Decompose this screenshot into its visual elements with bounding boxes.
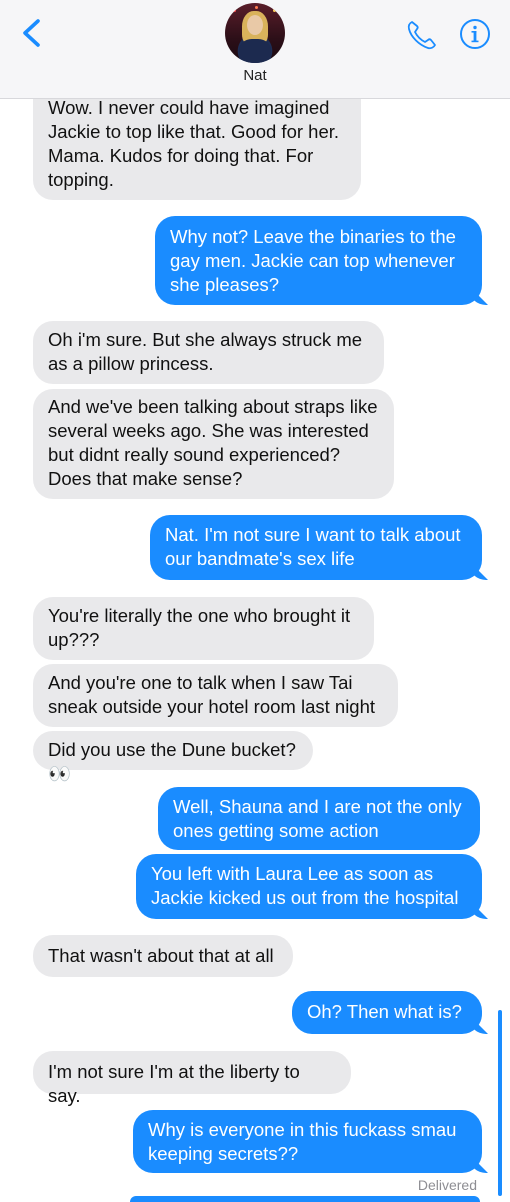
message-bubble-incoming[interactable]: And we've been talking about straps like… [33,389,394,499]
message-bubble-incoming[interactable]: I'm not sure I'm at the liberty to say. [33,1051,351,1106]
contact-name[interactable]: Nat [0,67,510,84]
message-bubble-incoming[interactable]: Oh i'm sure. But she always struck me as… [33,321,384,384]
scrollbar[interactable] [498,1010,502,1196]
details-button[interactable] [459,18,491,50]
avatar[interactable] [225,3,285,63]
info-icon [460,19,490,49]
call-button[interactable] [404,18,440,52]
message-bubble-incoming[interactable]: Wow. I never could have imagined Jackie … [33,90,361,200]
back-button[interactable] [16,16,50,50]
delivered-status: Delivered [417,1177,477,1193]
message-bubble-incoming[interactable]: And you're one to talk when I saw Tai sn… [33,664,398,727]
message-bubble-outgoing[interactable]: You left with Laura Lee as soon as Jacki… [136,854,482,919]
conversation-header: Nat [0,0,510,99]
message-bubble-incoming[interactable]: Did you use the Dune bucket? 👀 [33,731,313,784]
message-bubble-outgoing[interactable]: Why is everyone in this fuckass smau kee… [133,1110,482,1173]
phone-icon [407,21,436,50]
message-bubble-outgoing[interactable]: Oh? Then what is? [292,991,482,1034]
next-message-peek [130,1196,480,1202]
message-bubble-outgoing[interactable]: Nat. I'm not sure I want to talk about o… [150,515,482,580]
message-bubble-outgoing[interactable]: Why not? Leave the binaries to the gay m… [155,216,482,305]
message-thread[interactable]: Wow. I never could have imagined Jackie … [0,0,510,1202]
message-bubble-incoming[interactable]: You're literally the one who brought it … [33,597,374,660]
message-bubble-incoming[interactable]: That wasn't about that at all [33,935,293,977]
chevron-left-icon [23,19,40,47]
message-bubble-outgoing[interactable]: Well, Shauna and I are not the only ones… [158,787,480,850]
